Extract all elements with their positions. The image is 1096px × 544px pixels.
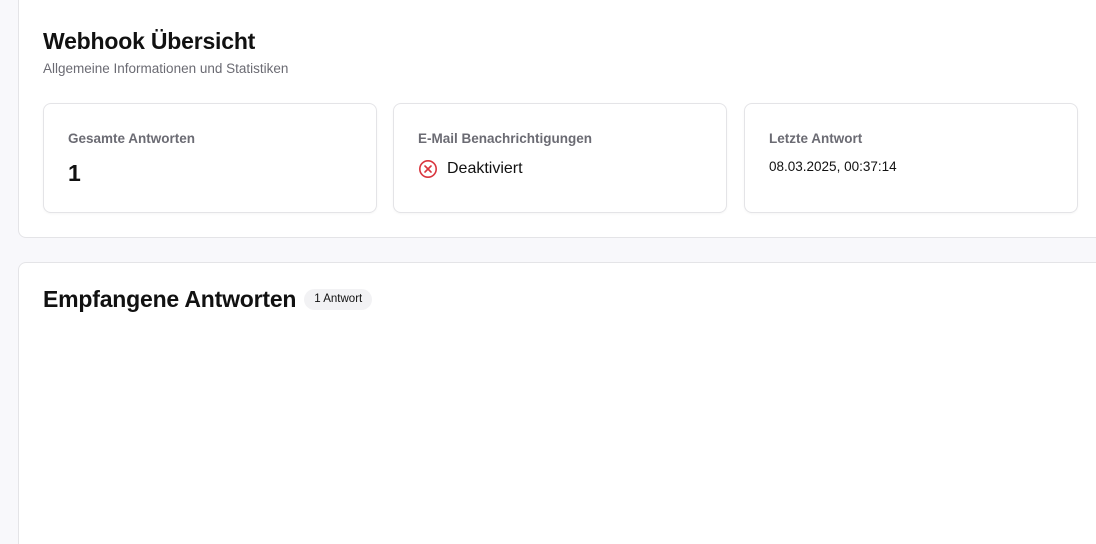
page-subtitle: Allgemeine Informationen und Statistiken <box>43 61 289 76</box>
stat-card-total-responses: Gesamte Antworten 1 <box>43 103 377 213</box>
page: Webhook Übersicht Allgemeine Information… <box>0 0 1096 544</box>
stat-label-total-responses: Gesamte Antworten <box>68 131 196 146</box>
stat-card-email-notifications: E-Mail Benachrichtigungen Deaktiviert <box>393 103 727 213</box>
stat-card-last-response: Letzte Antwort 08.03.2025, 00:37:14 <box>744 103 1078 213</box>
x-circle-icon <box>418 159 438 179</box>
email-notification-status-text: Deaktiviert <box>447 160 523 177</box>
stat-label-email-notifications: E-Mail Benachrichtigungen <box>418 131 593 146</box>
responses-title: Empfangene Antworten <box>43 286 297 312</box>
responses-heading: Empfangene Antworten 1 Antwort <box>43 286 373 313</box>
last-response-timestamp: 08.03.2025, 00:37:14 <box>769 159 897 174</box>
response-count-badge: 1 Antwort <box>304 289 373 310</box>
page-title: Webhook Übersicht <box>43 28 256 54</box>
email-notification-status: Deaktiviert <box>418 159 523 179</box>
stat-value-total-responses: 1 <box>68 160 81 186</box>
stat-label-last-response: Letzte Antwort <box>769 131 863 146</box>
